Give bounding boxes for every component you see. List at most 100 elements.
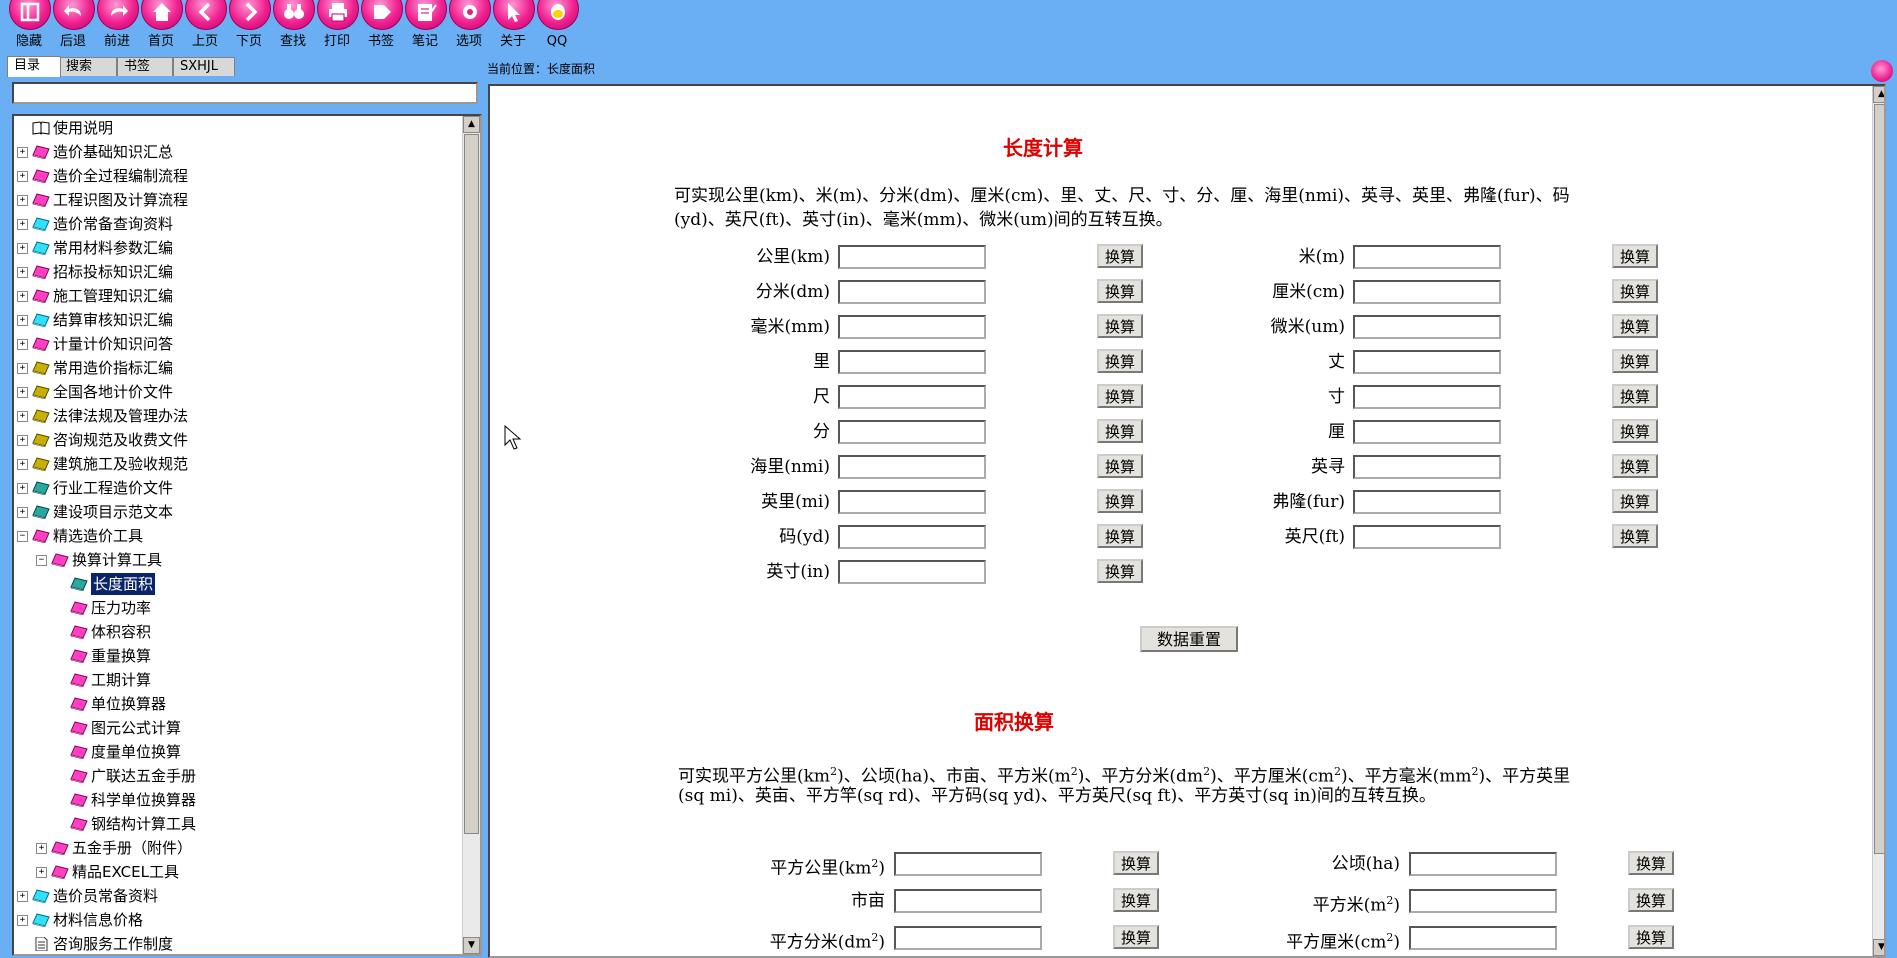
convert-button[interactable]: 换算 <box>1097 384 1143 408</box>
tree-item[interactable]: + 全国各地计价文件 <box>14 381 454 403</box>
toolbar-button-bookmark[interactable]: 书签 <box>359 0 403 52</box>
area-input-right[interactable] <box>1409 889 1557 913</box>
toolbar-button-next-page[interactable]: 下页 <box>227 0 271 52</box>
convert-button[interactable]: 换算 <box>1612 524 1658 548</box>
tree-item[interactable]: + 工程识图及计算流程 <box>14 189 454 211</box>
convert-button[interactable]: 换算 <box>1612 454 1658 478</box>
convert-button[interactable]: 换算 <box>1097 244 1143 268</box>
expand-icon[interactable]: + <box>17 267 28 278</box>
area-input-right[interactable] <box>1409 852 1557 876</box>
tree-item[interactable]: + 建筑施工及验收规范 <box>14 453 454 475</box>
tree-item[interactable]: + 咨询规范及收费文件 <box>14 429 454 451</box>
convert-button[interactable]: 换算 <box>1097 454 1143 478</box>
length-input-right[interactable] <box>1353 315 1501 339</box>
toolbar-button-prev-page[interactable]: 上页 <box>183 0 227 52</box>
tree-item[interactable]: 使用说明 <box>14 117 454 139</box>
tree-scrollbar[interactable]: ▲ ▼ <box>462 116 480 954</box>
convert-button[interactable]: 换算 <box>1113 851 1159 875</box>
scroll-down-icon[interactable]: ▼ <box>1873 939 1884 956</box>
toolbar-button-home[interactable]: 首页 <box>139 0 183 52</box>
tree-item[interactable]: + 造价员常备资料 <box>14 885 454 907</box>
length-input-right[interactable] <box>1353 350 1501 374</box>
content-scrollbar[interactable]: ▲ ▼ <box>1872 86 1884 956</box>
convert-button[interactable]: 换算 <box>1628 851 1674 875</box>
area-input-left[interactable] <box>894 889 1042 913</box>
area-input-right[interactable] <box>1409 926 1557 950</box>
reset-button[interactable]: 数据重置 <box>1140 626 1238 652</box>
expand-icon[interactable]: + <box>36 843 47 854</box>
expand-icon[interactable]: + <box>17 339 28 350</box>
tree-item[interactable]: 工期计算 <box>14 669 454 691</box>
convert-button[interactable]: 换算 <box>1628 888 1674 912</box>
length-input-left[interactable] <box>838 350 986 374</box>
tree-item[interactable]: + 行业工程造价文件 <box>14 477 454 499</box>
length-input-left[interactable] <box>838 560 986 584</box>
expand-icon[interactable]: + <box>17 291 28 302</box>
tree-item[interactable]: + 建设项目示范文本 <box>14 501 454 523</box>
convert-button[interactable]: 换算 <box>1097 279 1143 303</box>
expand-icon[interactable]: + <box>17 243 28 254</box>
convert-button[interactable]: 换算 <box>1097 559 1143 583</box>
convert-button[interactable]: 换算 <box>1113 888 1159 912</box>
convert-button[interactable]: 换算 <box>1612 489 1658 513</box>
length-input-left[interactable] <box>838 455 986 479</box>
expand-icon[interactable]: + <box>17 483 28 494</box>
close-icon[interactable] <box>1871 60 1893 82</box>
tree-item[interactable]: 单位换算器 <box>14 693 454 715</box>
length-input-right[interactable] <box>1353 490 1501 514</box>
expand-icon[interactable]: + <box>17 507 28 518</box>
area-input-left[interactable] <box>894 926 1042 950</box>
collapse-icon[interactable]: − <box>36 555 47 566</box>
length-input-right[interactable] <box>1353 455 1501 479</box>
expand-icon[interactable]: + <box>17 915 28 926</box>
length-input-left[interactable] <box>838 315 986 339</box>
length-input-left[interactable] <box>838 420 986 444</box>
expand-icon[interactable]: + <box>17 315 28 326</box>
toolbar-button-back[interactable]: 后退 <box>51 0 95 52</box>
area-input-left[interactable] <box>894 852 1042 876</box>
tree-item[interactable]: + 精品EXCEL工具 <box>14 861 454 883</box>
tree-item[interactable]: + 常用造价指标汇编 <box>14 357 454 379</box>
expand-icon[interactable]: + <box>17 459 28 470</box>
expand-icon[interactable]: + <box>17 891 28 902</box>
tree-item[interactable]: + 结算审核知识汇编 <box>14 309 454 331</box>
convert-button[interactable]: 换算 <box>1097 489 1143 513</box>
length-input-right[interactable] <box>1353 385 1501 409</box>
tab-sxhjl[interactable]: SXHJL <box>173 57 235 76</box>
tree-item[interactable]: + 材料信息价格 <box>14 909 454 931</box>
expand-icon[interactable]: + <box>17 363 28 374</box>
tree-item[interactable]: + 招标投标知识汇编 <box>14 261 454 283</box>
scroll-down-icon[interactable]: ▼ <box>463 937 480 954</box>
tab-contents[interactable]: 目录 <box>7 56 61 77</box>
scroll-up-icon[interactable]: ▲ <box>1873 86 1884 103</box>
convert-button[interactable]: 换算 <box>1097 419 1143 443</box>
scroll-up-icon[interactable]: ▲ <box>463 116 480 133</box>
scroll-thumb[interactable] <box>1874 104 1884 854</box>
convert-button[interactable]: 换算 <box>1097 314 1143 338</box>
convert-button[interactable]: 换算 <box>1097 349 1143 373</box>
tree-item[interactable]: 重量换算 <box>14 645 454 667</box>
length-input-left[interactable] <box>838 525 986 549</box>
tree-item[interactable]: 科学单位换算器 <box>14 789 454 811</box>
toolbar-button-forward[interactable]: 前进 <box>95 0 139 52</box>
length-input-right[interactable] <box>1353 420 1501 444</box>
collapse-icon[interactable]: − <box>17 531 28 542</box>
length-input-left[interactable] <box>838 280 986 304</box>
convert-button[interactable]: 换算 <box>1612 384 1658 408</box>
toolbar-button-printer[interactable]: 打印 <box>315 0 359 52</box>
tree-item[interactable]: + 法律法规及管理办法 <box>14 405 454 427</box>
tree-item[interactable]: + 造价基础知识汇总 <box>14 141 454 163</box>
tree-item[interactable]: 图元公式计算 <box>14 717 454 739</box>
convert-button[interactable]: 换算 <box>1097 524 1143 548</box>
tree-item[interactable]: + 计量计价知识问答 <box>14 333 454 355</box>
tree-item[interactable]: 度量单位换算 <box>14 741 454 763</box>
length-input-left[interactable] <box>838 385 986 409</box>
tree-item[interactable]: 长度面积 <box>14 573 454 595</box>
toolbar-button-binoculars[interactable]: 查找 <box>271 0 315 52</box>
convert-button[interactable]: 换算 <box>1612 419 1658 443</box>
length-input-left[interactable] <box>838 245 986 269</box>
expand-icon[interactable]: + <box>36 867 47 878</box>
tree-item[interactable]: + 造价常备查询资料 <box>14 213 454 235</box>
toolbar-button-qq[interactable]: QQ <box>535 0 579 52</box>
tree-item[interactable]: − 换算计算工具 <box>14 549 454 571</box>
